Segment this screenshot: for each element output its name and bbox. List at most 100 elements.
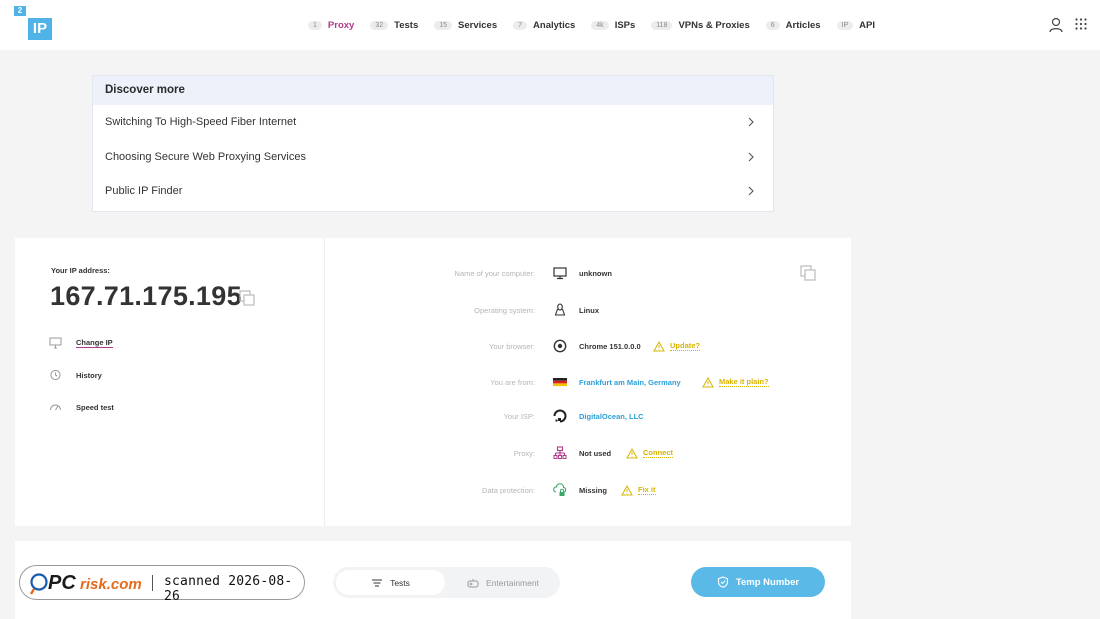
linux-icon [554, 303, 566, 316]
nav-count: 6 [765, 20, 780, 30]
watermark-separator [152, 575, 153, 591]
history-link[interactable]: History [49, 369, 102, 381]
svg-text:risk.com: risk.com [80, 576, 142, 593]
monitor-icon [49, 337, 62, 349]
nav-item-api[interactable]: IP API [836, 19, 875, 31]
change-ip-label: Change IP [76, 338, 113, 348]
gamepad-icon [467, 578, 479, 587]
change-ip-link[interactable]: Change IP [49, 337, 113, 349]
nav-label: Proxy [327, 19, 355, 31]
info-row-os: Operating system: Linux [325, 302, 851, 318]
discover-more-panel: Discover more Switching To High-Speed Fi… [92, 75, 774, 212]
nav-item-articles[interactable]: 6 Articles [765, 20, 821, 31]
computer-icon [553, 267, 567, 280]
digitalocean-icon [553, 409, 567, 423]
fix-data-protection-link[interactable]: Fix it [621, 484, 656, 496]
discover-item-label: Public IP Finder [105, 185, 183, 198]
info-value: unknown [579, 268, 612, 278]
info-value[interactable]: Frankfurt am Main, Germany [579, 378, 681, 387]
connect-proxy-link[interactable]: Connect [626, 447, 673, 459]
info-value: Linux [579, 305, 599, 315]
warning-icon [626, 447, 638, 458]
watermark-text: scanned 2026-08-26 [164, 574, 293, 604]
warn-label: Connect [643, 448, 673, 458]
user-icon[interactable] [1049, 17, 1063, 33]
discover-item-label: Choosing Secure Web Proxying Services [105, 150, 306, 163]
speed-icon [50, 404, 61, 411]
temp-number-label: Temp Number [735, 576, 800, 588]
info-row-computer: Name of your computer: unknown [325, 265, 851, 281]
discover-item[interactable]: Choosing Secure Web Proxying Services [93, 140, 773, 175]
info-row-data-protection: Data protection: Missing Fix it [325, 482, 851, 498]
warning-icon [621, 484, 633, 495]
speed-test-label: Speed test [76, 402, 114, 412]
tools-tab-switch: Tests Entertainment [333, 567, 560, 598]
pcrisk-logo: PC risk.com [29, 572, 142, 595]
update-browser-link[interactable]: Update? [653, 340, 700, 352]
info-value: Chrome 151.0.0.0 [579, 341, 641, 351]
make-it-plain-link[interactable]: Make it plain? [702, 376, 769, 388]
info-key: Your ISP: [503, 411, 535, 421]
site-logo[interactable]: 2 IP [14, 6, 54, 40]
nav-label: Analytics [533, 19, 576, 31]
temp-number-button[interactable]: Temp Number [691, 567, 825, 597]
nav-item-vpns-proxies[interactable]: 118 VPNs & Proxies [651, 19, 750, 31]
germany-flag-icon [553, 378, 567, 387]
discover-item[interactable]: Public IP Finder [93, 174, 773, 209]
tab-entertainment-label: Entertainment [486, 577, 539, 588]
nav-count: IP [836, 20, 854, 30]
tab-tests[interactable]: Tests [336, 570, 445, 595]
info-value[interactable]: DigitalOcean, LLC [579, 412, 644, 421]
info-row-isp: Your ISP: DigitalOcean, LLC [325, 408, 851, 424]
info-row-proxy: Proxy: Not used Connect [325, 445, 851, 461]
warning-icon [653, 340, 665, 351]
nav-count: 32 [370, 20, 389, 30]
discover-title: Discover more [93, 76, 773, 105]
svg-text:PC: PC [48, 572, 76, 594]
nav-item-isps[interactable]: 4k ISPs [591, 20, 635, 31]
info-value: Missing [579, 485, 607, 495]
history-label: History [76, 370, 102, 380]
info-key: Operating system: [474, 305, 535, 315]
nav-count: 15 [434, 20, 453, 30]
warn-label: Fix it [638, 485, 656, 495]
top-header: 2 IP 1 Proxy 32 Tests 15 Services 7 Anal… [0, 0, 1100, 50]
copy-icon[interactable] [239, 290, 255, 306]
nav-count: 1 [308, 20, 322, 30]
tab-tests-label: Tests [390, 577, 410, 588]
pcrisk-watermark: PC risk.com scanned 2026-08-26 [19, 565, 305, 604]
chevron-right-icon [748, 117, 754, 127]
warning-icon [702, 376, 714, 387]
nav-label: API [859, 19, 875, 31]
info-row-location: You are from: Frankfurt am Main, Germany… [325, 374, 851, 390]
discover-item[interactable]: Switching To High-Speed Fiber Internet [93, 105, 773, 140]
grid-menu-icon[interactable] [1075, 18, 1087, 30]
logo-small-badge: 2 [14, 6, 26, 16]
filter-lines-icon [372, 578, 383, 587]
nav-label: Services [458, 19, 498, 31]
nav-item-services[interactable]: 15 Services [434, 20, 497, 31]
ip-address-value[interactable]: 167.71.175.195 [50, 281, 242, 312]
info-value: Not used [579, 448, 612, 458]
info-key: Proxy: [513, 448, 535, 458]
ip-label: Your IP address: [51, 266, 110, 275]
tab-entertainment[interactable]: Entertainment [449, 570, 557, 595]
speed-test-link[interactable]: Speed test [49, 401, 114, 413]
main-nav: 1 Proxy 32 Tests 15 Services 7 Analytics… [308, 17, 891, 33]
shield-check-icon [717, 576, 728, 588]
ip-info-panel: Your IP address: 167.71.175.195 Change I… [15, 238, 851, 526]
warn-label: Update? [670, 341, 700, 351]
chevron-right-icon [748, 152, 754, 162]
nav-label: VPNs & Proxies [678, 19, 750, 31]
info-key: You are from: [490, 377, 535, 387]
nav-item-proxy[interactable]: 1 Proxy [308, 20, 354, 31]
chrome-icon [553, 339, 567, 353]
chevron-right-icon [748, 186, 754, 196]
nav-label: ISPs [614, 19, 636, 31]
proxy-icon [553, 446, 567, 459]
nav-count: 7 [513, 20, 528, 30]
nav-count: 118 [651, 20, 673, 30]
nav-item-analytics[interactable]: 7 Analytics [513, 20, 575, 31]
ip-summary: Your IP address: 167.71.175.195 Change I… [15, 238, 325, 526]
nav-item-tests[interactable]: 32 Tests [370, 20, 418, 31]
